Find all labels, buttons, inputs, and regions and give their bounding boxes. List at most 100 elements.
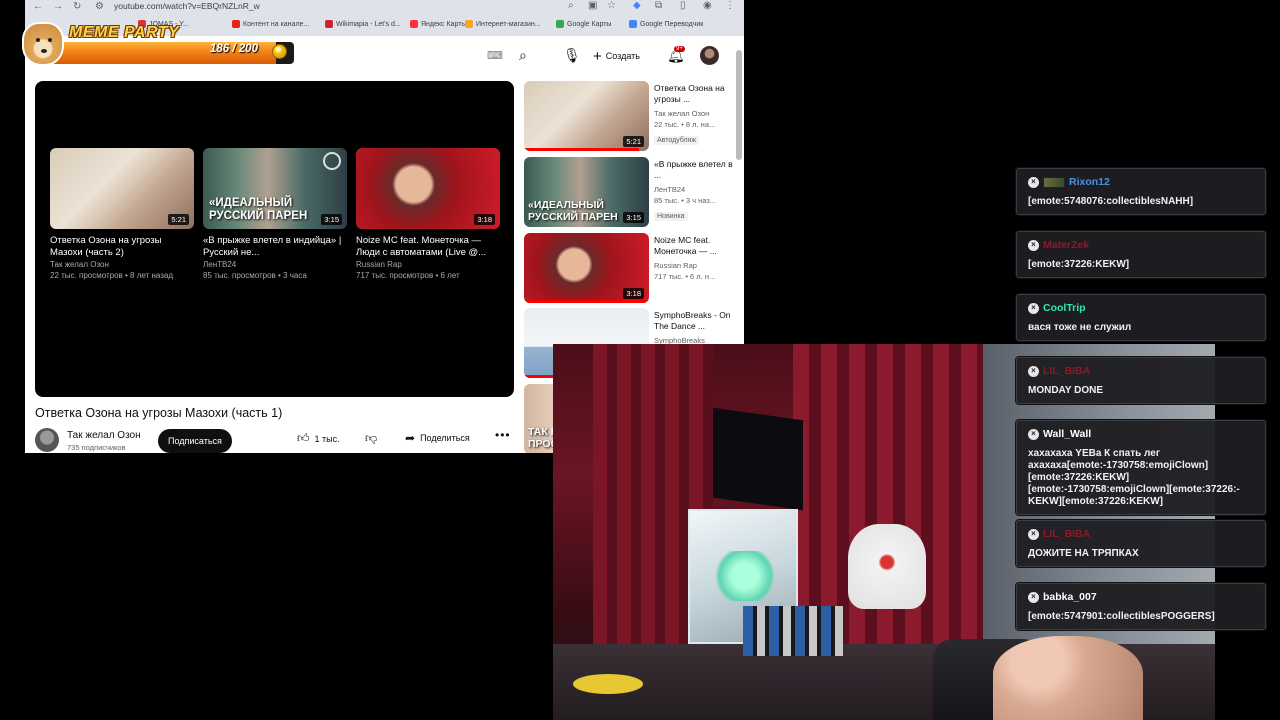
dismiss-x-icon[interactable]: × — [1028, 591, 1039, 603]
end-screen-thumbnail[interactable]: 5:21 — [50, 148, 194, 229]
chat-message-header: × LIL_BIBA — [1028, 527, 1255, 541]
extension-shield-icon[interactable]: ◆ — [633, 0, 641, 11]
screenshot-icon[interactable]: ▣ — [588, 0, 597, 11]
back-arrow-icon[interactable]: ← — [33, 1, 43, 12]
recommendation-title[interactable]: Noize MC feat. Монеточка — ... — [654, 235, 734, 259]
chat-username[interactable]: CoolTrip — [1043, 302, 1086, 314]
chat-message-text: [emote:5747901:collectiblesPOGGERS] — [1028, 611, 1215, 622]
dismiss-x-icon[interactable]: × — [1028, 302, 1039, 314]
dislike-button[interactable]: 👎︎ — [365, 431, 377, 446]
address-bar[interactable]: youtube.com/watch?v=EBQrNZLnR_w — [114, 1, 260, 11]
end-screen-title[interactable]: Ответка Озона на угрозы Мазохи (часть 2) — [50, 235, 194, 259]
profile-icon[interactable]: ◉ — [703, 0, 712, 11]
like-button[interactable]: 👍︎ 1 тыс. — [297, 431, 340, 446]
dismiss-x-icon[interactable]: × — [1028, 239, 1039, 251]
forward-arrow-icon[interactable]: → — [53, 1, 63, 12]
recommendation-thumbnail[interactable]: 5:21 — [524, 81, 649, 151]
scrollbar-thumb[interactable] — [736, 50, 742, 160]
dismiss-x-icon[interactable]: × — [1028, 176, 1039, 188]
dismiss-x-icon[interactable]: × — [1028, 528, 1039, 540]
create-button[interactable]: + Создать — [591, 44, 642, 68]
chat-message: × MaterZek [emote:37226:KEKW] — [1016, 231, 1266, 278]
chat-overlay: × Rixon12 [emote:5748076:collectiblesNAHH]… — [1016, 168, 1266, 638]
create-button-label: Создать — [605, 51, 640, 61]
bookmark-item[interactable]: Google Переводчик — [629, 20, 703, 28]
browser-menu-icon[interactable]: ⋮ — [725, 0, 735, 11]
bookmark-item[interactable]: Яндекс Карты — [410, 20, 466, 28]
end-screen-card[interactable]: «ИДЕАЛЬНЫЙ РУССКИЙ ПАРЕН 3:15 «В прыжке вл… — [203, 148, 347, 281]
bookmark-item[interactable]: Wikimapia - Let's d... — [325, 20, 401, 28]
duration-badge: 5:21 — [168, 214, 189, 225]
chat-username[interactable]: Rixon12 — [1069, 176, 1110, 188]
plastic-bag — [848, 524, 926, 609]
dismiss-x-icon[interactable]: × — [1028, 365, 1039, 377]
end-screen-title[interactable]: «В прыжке влетел в индийца» | Русский не… — [203, 235, 347, 259]
recommendation-channel[interactable]: Так желал Озон — [654, 109, 734, 118]
like-count: 1 тыс. — [314, 433, 340, 444]
chat-message-header: × CoolTrip — [1028, 301, 1255, 315]
bookmark-star-icon[interactable]: ☆ — [607, 0, 616, 11]
recommendation-item[interactable]: «ИДЕАЛЬНЫЙ РУССКИЙ ПАРЕН 3:15 «В прыжке вл… — [524, 157, 739, 229]
end-screen-title[interactable]: Noize MC feat. Монеточка — Люди с автома… — [356, 235, 500, 259]
recommendation-title[interactable]: SymphoBreaks - On The Dance ... — [654, 310, 734, 334]
sidebar-icon[interactable]: ▯ — [680, 0, 686, 11]
recommendation-title[interactable]: Ответка Озона на угрозы ... — [654, 83, 734, 107]
coin-icon — [272, 44, 287, 59]
subscriber-count: 735 подписчиков — [67, 443, 126, 452]
meme-party-widget: MEME PARTY 186 / 200 — [22, 22, 298, 68]
end-screen-thumbnail[interactable]: 3:18 — [356, 148, 500, 229]
bookmark-item[interactable]: Интернет-магазин... — [465, 20, 541, 28]
chat-message-text: ДОЖИТЕ НА ТРЯПКАХ — [1028, 548, 1139, 559]
zoom-icon[interactable]: ⌕ — [568, 0, 574, 11]
channel-avatar[interactable] — [35, 428, 59, 452]
recommendation-item[interactable]: 5:21 Ответка Озона на угрозы ... Так желал… — [524, 81, 739, 153]
bookmark-label: Google Карты — [567, 20, 612, 28]
end-screen-thumbnail[interactable]: «ИДЕАЛЬНЫЙ РУССКИЙ ПАРЕН 3:15 — [203, 148, 347, 229]
more-actions-button[interactable]: ••• — [495, 428, 511, 442]
bookmark-favicon-icon — [325, 20, 333, 28]
end-screen-card[interactable]: 5:21 Ответка Озона на угрозы Мазохи (част… — [50, 148, 194, 281]
chat-message: × babka_007 [emote:5747901:collectiblesPOG… — [1016, 583, 1266, 630]
reload-icon[interactable]: ↻ — [73, 1, 81, 12]
chat-username[interactable]: LIL_BIBA — [1043, 365, 1090, 377]
bookmark-favicon-icon — [556, 20, 564, 28]
subscribe-button[interactable]: Подписаться — [158, 429, 232, 453]
end-screen-meta: 717 тыс. просмотров • 6 лет — [356, 271, 460, 280]
chat-username[interactable]: babka_007 — [1043, 591, 1097, 603]
chat-username[interactable]: Wall_Wall — [1043, 428, 1091, 440]
microphone-icon[interactable]: 🎙︎ — [563, 47, 581, 64]
chat-message-text: [emote:5748076:collectiblesNAHH] — [1028, 196, 1194, 207]
recommendation-channel[interactable]: Russian Rap — [654, 261, 734, 270]
cans-on-desk — [743, 606, 843, 656]
recommendation-thumbnail[interactable]: «ИДЕАЛЬНЫЙ РУССКИЙ ПАРЕН 3:15 — [524, 157, 649, 227]
recommendation-channel[interactable]: ЛенТВ24 — [654, 185, 734, 194]
chat-username[interactable]: LIL_BIBA — [1043, 528, 1090, 540]
dismiss-x-icon[interactable]: × — [1028, 428, 1039, 440]
channel-name[interactable]: Так желал Озон — [67, 430, 141, 441]
url-row: ← → ↻ ⚙ youtube.com/watch?v=EBQrNZLnR_w … — [25, 0, 744, 15]
person — [993, 636, 1143, 720]
keyboard-icon[interactable]: ⌨ — [487, 49, 503, 62]
account-avatar[interactable] — [700, 46, 719, 65]
thumbs-up-icon: 👍︎ — [297, 431, 310, 445]
end-screen-card[interactable]: 3:18 Noize MC feat. Монеточка — Люди с ав… — [356, 148, 500, 281]
end-screen-channel: Так желал Озон — [50, 260, 109, 269]
share-button[interactable]: ➦ Поделиться — [405, 431, 470, 445]
duration-badge: 3:18 — [474, 214, 495, 225]
recommendation-title[interactable]: «В прыжке влетел в ... — [654, 159, 734, 183]
end-screen-meta: 22 тыс. просмотров • 8 лет назад — [50, 271, 174, 280]
chat-username[interactable]: MaterZek — [1043, 239, 1089, 251]
recommendation-thumbnail[interactable]: 3:18 — [524, 233, 649, 303]
bookmark-favicon-icon — [465, 20, 473, 28]
thumbs-down-icon: 👎︎ — [365, 431, 378, 445]
bookmark-item[interactable]: Google Карты — [556, 20, 611, 28]
video-player[interactable]: 5:21 Ответка Озона на угрозы Мазохи (част… — [35, 81, 514, 397]
recommendation-meta: 85 тыс. • 3 ч наз... — [654, 196, 717, 205]
site-info-icon[interactable]: ⚙ — [95, 1, 104, 12]
end-screen-channel: ЛенТВ24 — [203, 260, 237, 269]
recommendation-item[interactable]: 3:18 Noize MC feat. Монеточка — ... Russia… — [524, 233, 739, 305]
chat-message-text: хахахаха YEBa К спать лег ахахаха[emote:… — [1028, 448, 1240, 507]
extensions-puzzle-icon[interactable]: ⧉ — [655, 0, 662, 11]
recommendation-info: «В прыжке влетел в ... ЛенТВ24 85 тыс. • 3… — [654, 159, 734, 223]
search-icon[interactable]: ⌕ — [519, 47, 527, 64]
